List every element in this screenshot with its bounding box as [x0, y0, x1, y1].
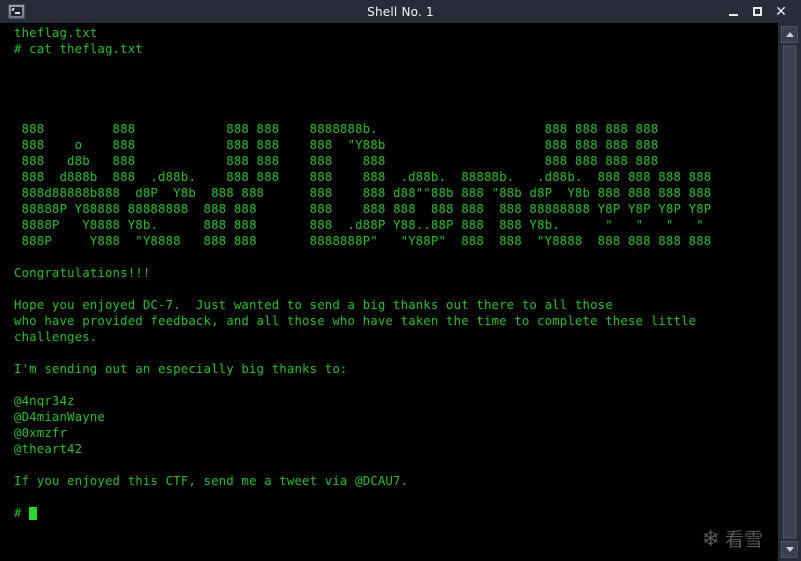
window-body: theflag.txt # cat theflag.txt 888 888 88… [0, 23, 801, 561]
window-title: Shell No. 1 [367, 4, 434, 19]
terminal-output-area[interactable]: theflag.txt # cat theflag.txt 888 888 88… [8, 23, 778, 561]
scrollbar-track[interactable] [782, 45, 797, 539]
terminal-icon [8, 4, 25, 19]
terminal-cursor [29, 507, 38, 520]
terminal-text: theflag.txt # cat theflag.txt 888 888 88… [14, 25, 712, 520]
terminal-window: Shell No. 1 ✕ theflag.txt # cat theflag.… [0, 0, 801, 561]
maximize-button[interactable] [745, 0, 769, 23]
scrollbar-thumb[interactable] [783, 46, 796, 538]
vertical-scrollbar[interactable] [778, 23, 801, 561]
window-titlebar[interactable]: Shell No. 1 ✕ [0, 0, 801, 23]
close-icon[interactable]: ✕ [769, 0, 793, 23]
terminal-left-gutter [0, 23, 8, 561]
window-controls: ✕ [721, 0, 801, 23]
scroll-down-arrow-icon[interactable] [781, 541, 798, 558]
scroll-up-arrow-icon[interactable] [781, 26, 798, 43]
minimize-button[interactable] [721, 0, 745, 23]
